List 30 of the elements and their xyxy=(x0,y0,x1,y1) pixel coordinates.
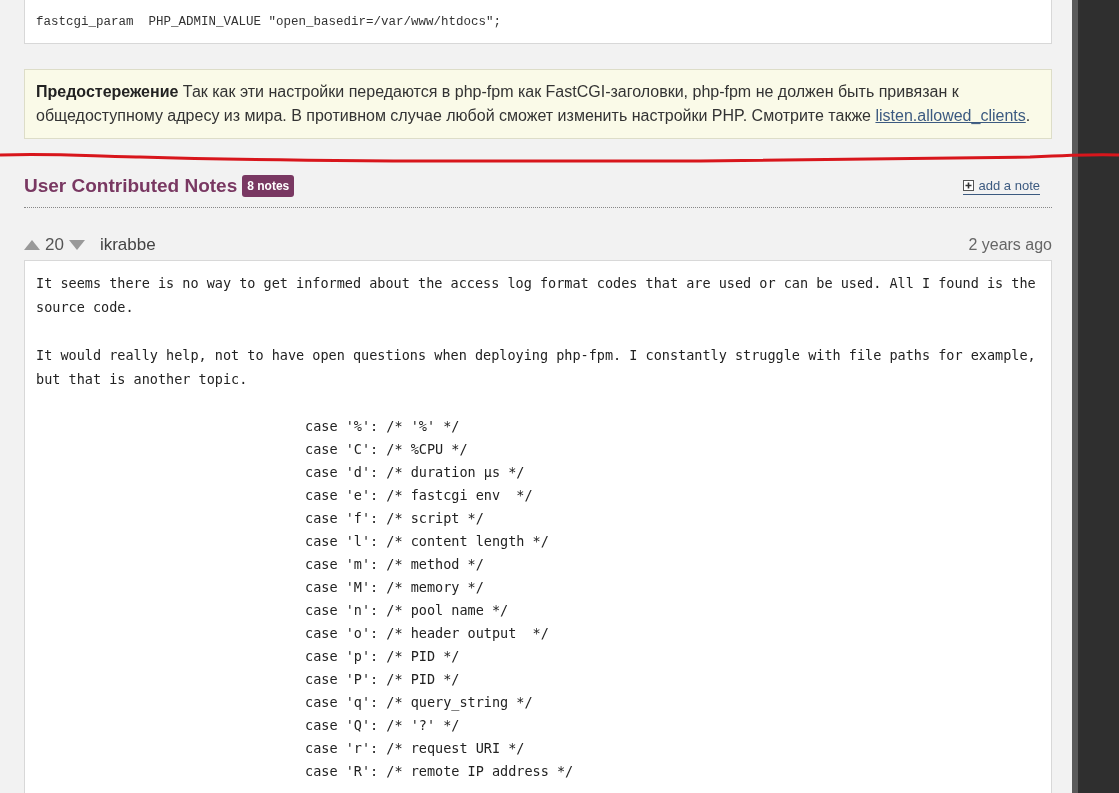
code-line: case 'R': /* remote IP address */ xyxy=(305,763,574,779)
section-title: User Contributed Notes xyxy=(24,175,238,197)
code-line: case 'Q': /* '?' */ xyxy=(305,717,460,733)
code-line: case 'q': /* query_string */ xyxy=(305,694,533,710)
note-text: It would really help, not to have open questions when deploying php-fpm. I constantly struggle with file paths for example, but that is another topic. xyxy=(36,346,1037,389)
code-line: case 'p': /* PID */ xyxy=(305,648,460,664)
code-line: case 'f': /* script */ xyxy=(305,510,484,526)
code-line: case 'o': /* header output */ xyxy=(305,625,549,641)
note-author: ikrabbe xyxy=(99,235,156,255)
code-line: case 'P': /* PID */ xyxy=(305,671,460,687)
vote-up-icon[interactable] xyxy=(24,240,40,250)
code-line: case 'e': /* fastcgi env */ xyxy=(305,487,533,503)
code-line: case 'M': /* memory */ xyxy=(305,579,484,595)
code-line: case 'l': /* content length */ xyxy=(305,533,549,549)
vote-down-icon[interactable] xyxy=(68,240,85,250)
code-line: case 'C': /* %CPU */ xyxy=(305,441,468,457)
notes-count-badge: 8 notes xyxy=(242,175,295,197)
code-line: case 'n': /* pool name */ xyxy=(305,602,509,618)
link[interactable]: listen.allowed_clients xyxy=(875,107,1026,124)
code-line: case 'm': /* method */ xyxy=(305,556,484,572)
vote-count: 20 xyxy=(45,235,64,255)
plus-square-icon xyxy=(962,179,974,191)
note-text: It seems there is no way to get informed about the access log format codes that are used or can be used. All I found is the source code. xyxy=(36,274,1037,317)
add-note-link[interactable]: add a note xyxy=(962,177,1040,195)
code-text: fastcgi_param PHP_ADMIN_VALUE "open_basedir=/var/www/htdocs"; xyxy=(36,14,502,29)
note-date: 2 years ago xyxy=(968,236,1052,254)
warning-text: Предостережение Так как эти настройки передаются в php-fpm как FastCGI-заголовки, php-fpm не должен быть привязан к общедоступному адресу из мира. В противном случае любой сможет изменить настройки PHP. Смотрите также listen.allowed_clients. xyxy=(36,82,1032,126)
code-line: case 'r': /* request URI */ xyxy=(305,740,525,756)
code-line: case '%': /* '%' */ xyxy=(305,418,460,434)
code-line: case 'd': /* duration µs */ xyxy=(305,464,525,480)
